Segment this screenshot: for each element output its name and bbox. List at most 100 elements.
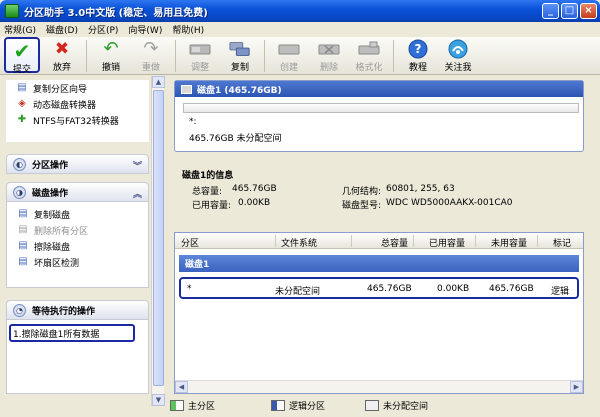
chevron-up-icon: ︽ xyxy=(132,190,142,200)
create-icon xyxy=(278,39,300,59)
disk-info-title: 磁盘1的信息 xyxy=(182,171,234,181)
table-hscrollbar[interactable]: ◀ ▶ xyxy=(175,380,583,393)
legend-primary: 主分区 xyxy=(170,399,215,412)
window-title: 分区助手 3.0中文版 (稳定、易用且免费) xyxy=(24,7,208,19)
disk-icon xyxy=(181,84,192,94)
col-used[interactable]: 已用容量 xyxy=(429,236,465,249)
disk-map-title: 磁盘1 (465.76GB) xyxy=(175,81,583,97)
toolbar-separator xyxy=(86,40,87,72)
scroll-thumb[interactable] xyxy=(153,90,164,386)
col-total[interactable]: 总容量 xyxy=(381,236,408,249)
wipe-disk-item[interactable]: ▤ 擦除磁盘 xyxy=(7,238,148,254)
scroll-up-icon[interactable]: ▲ xyxy=(152,76,165,88)
menu-help[interactable]: 帮助(H) xyxy=(172,23,204,36)
col-flag[interactable]: 标记 xyxy=(553,236,571,249)
svg-text:?: ? xyxy=(415,42,422,56)
format-icon xyxy=(358,39,380,59)
discard-button[interactable]: ✖ 放弃 xyxy=(44,37,80,73)
disk-ops-list: ▤ 复制磁盘 ▤ 删除所有分区 ▤ 擦除磁盘 ▤ 坏扇区检测 xyxy=(6,202,149,288)
cell-partition: * xyxy=(187,284,192,294)
model-value: WDC WD5000AAKX-001CA0 xyxy=(386,198,513,208)
title-bar: 分区助手 3.0中文版 (稳定、易用且免费) _ □ × xyxy=(0,0,600,22)
model-label: 磁盘型号: xyxy=(342,201,382,211)
disk-ops-header[interactable]: ◑ 磁盘操作 ︽ xyxy=(6,182,149,202)
format-button[interactable]: 格式化 xyxy=(351,37,387,73)
toolbar-separator xyxy=(175,40,176,72)
copy-disk-icon: ▤ xyxy=(18,208,28,219)
pending-ops-icon: ◔ xyxy=(13,303,26,317)
help-icon: ? xyxy=(407,39,429,59)
logical-swatch-icon xyxy=(271,400,286,411)
pending-op-item[interactable]: 1.擦除磁盘1所有数据 xyxy=(9,324,135,342)
table-disk-row[interactable]: 磁盘1 xyxy=(179,255,579,272)
wizard-copy-partition[interactable]: ▤ 复制分区向导 xyxy=(6,80,149,96)
bad-sector-item[interactable]: ▤ 坏扇区检测 xyxy=(7,254,148,270)
redo-button[interactable]: ↷ 重做 xyxy=(133,37,169,74)
undo-icon: ↶ xyxy=(103,38,119,59)
col-free[interactable]: 未用容量 xyxy=(491,236,527,249)
used-capacity-value: 0.00KB xyxy=(238,198,271,208)
table-header: 分区 文件系统 总容量 已用容量 未用容量 标记 xyxy=(175,233,583,249)
used-capacity-label: 已用容量: xyxy=(192,201,232,211)
partition-bar[interactable] xyxy=(183,103,579,113)
copy-partition-icon: ▤ xyxy=(17,82,27,93)
legend-unallocated: 未分配空间 xyxy=(365,399,428,412)
maximize-button[interactable]: □ xyxy=(561,3,578,19)
create-button[interactable]: 创建 xyxy=(271,37,307,73)
total-capacity-label: 总容量: xyxy=(192,187,223,197)
delete-all-partitions-item[interactable]: ▤ 删除所有分区 xyxy=(7,222,148,238)
convert-icon: ✚ xyxy=(17,114,27,125)
disk-map-card[interactable]: 磁盘1 (465.76GB) *: 465.76GB 未分配空间 xyxy=(174,80,584,152)
geometry-label: 几何结构: xyxy=(342,187,382,197)
copy-disk-item[interactable]: ▤ 复制磁盘 xyxy=(7,206,148,222)
wizard-ntfs-fat32[interactable]: ✚ NTFS与FAT32转换器 xyxy=(6,112,149,128)
cell-flag: 逻辑 xyxy=(551,287,570,297)
pending-ops-header: ◔ 等待执行的操作 xyxy=(6,300,149,320)
toolbar: ✔ 提交 ✖ 放弃 ↶ 撤销 ↷ 重做 调整 复制 创建 删除 格式化 ? 教程… xyxy=(0,37,600,75)
close-button[interactable]: × xyxy=(580,3,597,19)
resize-icon xyxy=(189,39,211,59)
copy-icon xyxy=(229,39,251,59)
app-icon xyxy=(5,4,19,18)
cell-filesystem: 未分配空间 xyxy=(275,287,321,297)
primary-swatch-icon xyxy=(170,400,184,411)
copy-button[interactable]: 复制 xyxy=(222,37,258,73)
legend-bar: 主分区 逻辑分区 未分配空间 xyxy=(170,397,588,414)
right-panel: 磁盘1 (465.76GB) *: 465.76GB 未分配空间 磁盘1的信息 … xyxy=(170,76,588,394)
menu-wizard[interactable]: 向导(W) xyxy=(128,23,162,36)
disk-info-box: 磁盘1的信息 总容量: 465.76GB 已用容量: 0.00KB 几何结构: … xyxy=(174,162,584,224)
undo-button[interactable]: ↶ 撤销 xyxy=(93,37,129,74)
menu-general[interactable]: 常规(G) xyxy=(4,23,36,36)
follow-icon xyxy=(447,39,469,59)
delete-button[interactable]: 删除 xyxy=(311,37,347,73)
left-scrollbar[interactable]: ▲ ▼ xyxy=(151,76,165,406)
toolbar-separator xyxy=(264,40,265,72)
minimize-button[interactable]: _ xyxy=(542,3,559,19)
partition-ops-icon: ◐ xyxy=(13,157,26,171)
follow-button[interactable]: 关注我 xyxy=(440,37,476,73)
menu-disk[interactable]: 磁盘(D) xyxy=(46,23,78,36)
chevron-down-icon: ︾ xyxy=(132,162,142,172)
delete-icon xyxy=(318,39,340,59)
cell-free: 465.76GB xyxy=(489,284,534,294)
wipe-disk-icon: ▤ xyxy=(18,240,28,251)
unallocated-swatch-icon xyxy=(365,400,380,411)
scroll-left-icon[interactable]: ◀ xyxy=(175,381,188,393)
scroll-right-icon[interactable]: ▶ xyxy=(570,381,583,393)
wizard-dynamic-disk[interactable]: ◈ 动态磁盘转换器 xyxy=(6,96,149,112)
table-row[interactable]: * 未分配空间 465.76GB 0.00KB 465.76GB 逻辑 xyxy=(179,277,579,299)
menu-partition[interactable]: 分区(P) xyxy=(88,23,118,36)
cell-used: 0.00KB xyxy=(437,284,470,294)
partition-ops-header[interactable]: ◐ 分区操作 ︾ xyxy=(6,154,149,174)
commit-button[interactable]: ✔ 提交 xyxy=(4,37,40,75)
redo-icon: ↷ xyxy=(143,38,159,59)
scroll-down-icon[interactable]: ▼ xyxy=(152,394,165,406)
partition-desc: 465.76GB 未分配空间 xyxy=(189,134,282,144)
toolbar-separator xyxy=(393,40,394,72)
tutorial-button[interactable]: ? 教程 xyxy=(400,37,436,73)
col-filesystem[interactable]: 文件系统 xyxy=(281,236,317,249)
resize-button[interactable]: 调整 xyxy=(182,37,218,73)
partition-letter: *: xyxy=(189,117,197,127)
col-partition[interactable]: 分区 xyxy=(181,236,199,249)
disk-ops-icon: ◑ xyxy=(13,185,26,199)
